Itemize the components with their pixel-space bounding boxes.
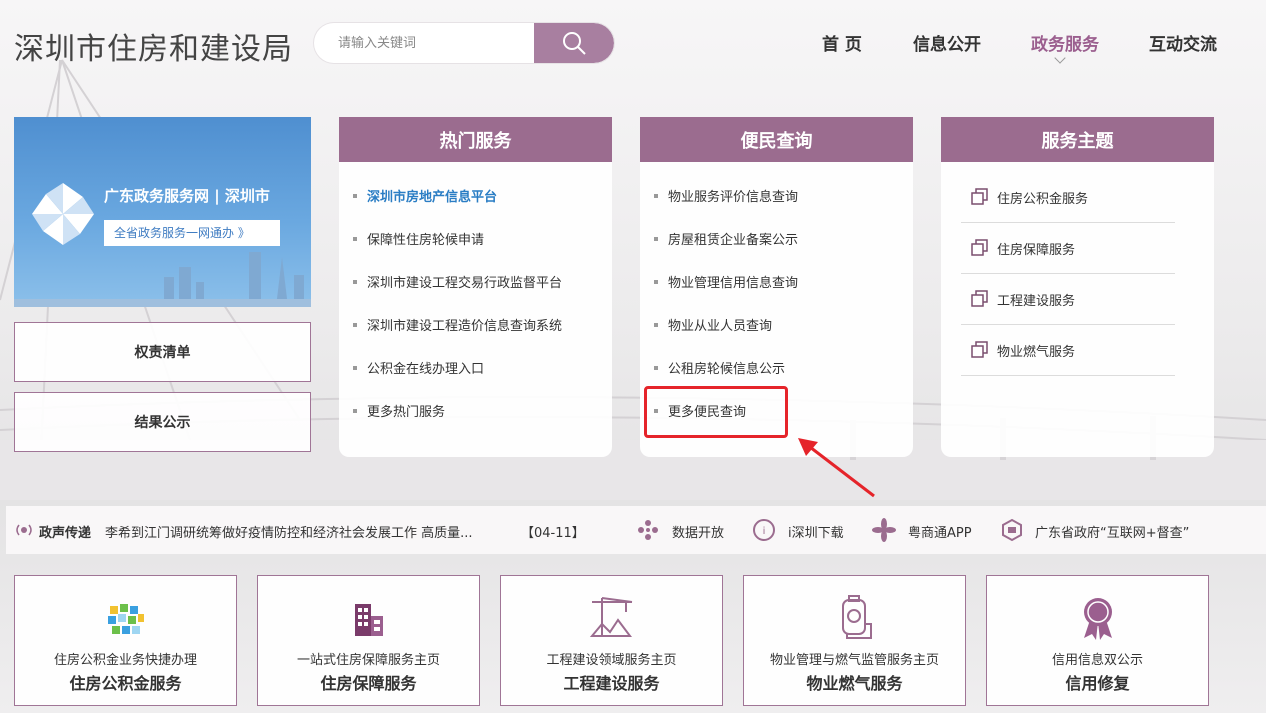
tile-subtitle: 信用信息双公示 bbox=[1051, 653, 1143, 668]
annotation-arrow bbox=[798, 438, 875, 498]
theme-engineering[interactable]: 工程建设服务 bbox=[961, 274, 1175, 325]
theme-label: 工程建设服务 bbox=[997, 293, 1076, 309]
site-title: 深圳市住房和建设局 bbox=[14, 32, 293, 67]
gas-tank-icon bbox=[841, 595, 872, 639]
tile-engineering[interactable]: 工程建设领域服务主页 工程建设服务 bbox=[500, 575, 723, 706]
tile-title: 住房保障服务 bbox=[320, 674, 417, 693]
search-button[interactable] bbox=[534, 23, 614, 63]
tile-subtitle: 住房公积金业务快捷办理 bbox=[53, 653, 197, 668]
query-item-public-rental[interactable]: 公租房轮候信息公示 bbox=[654, 358, 785, 377]
hot-item-housing-waitlist[interactable]: 保障性住房轮候申请 bbox=[353, 229, 484, 248]
service-themes-title: 服务主题 bbox=[941, 117, 1214, 162]
link-internet-plus-supervision[interactable]: 广东省政府“互联网+督查” bbox=[1035, 522, 1189, 541]
link-yueshangtong[interactable]: 粤商通APP bbox=[908, 522, 972, 541]
theme-label: 住房保障服务 bbox=[997, 242, 1076, 258]
gdzwfw-banner[interactable]: 广东政务服务网 | 深圳市 全省政务服务一网通办 》 bbox=[14, 117, 311, 307]
i-shenzhen-icon: i bbox=[753, 519, 775, 541]
broadcast-icon bbox=[16, 524, 32, 536]
search-box bbox=[314, 23, 614, 63]
theme-property-gas[interactable]: 物业燃气服务 bbox=[961, 325, 1175, 376]
theme-label: 物业燃气服务 bbox=[997, 344, 1076, 360]
crane-icon bbox=[589, 597, 632, 637]
theme-label: 住房公积金服务 bbox=[997, 191, 1089, 207]
query-item-property-evaluation[interactable]: 物业服务评价信息查询 bbox=[654, 186, 798, 205]
hot-item-cost-info[interactable]: 深圳市建设工程造价信息查询系统 bbox=[353, 315, 562, 334]
link-data-open[interactable]: 数据开放 bbox=[672, 522, 724, 541]
annotation-highlight-box bbox=[644, 386, 788, 438]
search-icon bbox=[563, 32, 586, 55]
nav-home[interactable]: 首 页 bbox=[822, 30, 862, 55]
query-item-rental-filing[interactable]: 房屋租赁企业备案公示 bbox=[654, 229, 798, 248]
city-skyline-illustration bbox=[14, 252, 311, 307]
copy-icon bbox=[971, 188, 988, 205]
tile-property-gas[interactable]: 物业管理与燃气监管服务主页 物业燃气服务 bbox=[743, 575, 966, 706]
yueshangtong-icon bbox=[872, 518, 896, 542]
convenience-query-title: 便民查询 bbox=[640, 117, 913, 162]
tile-provident-fund[interactable]: 住房公积金业务快捷办理 住房公积金服务 bbox=[14, 575, 237, 706]
power-list-button[interactable]: 权责清单 bbox=[14, 322, 311, 382]
hot-services-card: 热门服务 深圳市房地产信息平台 保障性住房轮候申请 深圳市建设工程交易行政监督平… bbox=[339, 117, 612, 457]
nav-info-disclosure[interactable]: 信息公开 bbox=[913, 30, 981, 55]
tile-housing-security[interactable]: 一站式住房保障服务主页 住房保障服务 bbox=[257, 575, 480, 706]
building-icon bbox=[354, 604, 383, 636]
link-i-shenzhen[interactable]: i深圳下载 bbox=[788, 522, 844, 541]
news-strip: 政声传递 李希到江门调研统筹做好疫情防控和经济社会发展工作 高质量... 【04… bbox=[6, 506, 1266, 554]
pinwheel-logo-icon bbox=[32, 183, 94, 245]
copy-icon bbox=[971, 290, 988, 307]
tile-title: 物业燃气服务 bbox=[806, 674, 903, 693]
news-date: 【04-11】 bbox=[521, 526, 585, 541]
result-publicity-button[interactable]: 结果公示 bbox=[14, 392, 311, 452]
hot-item-more[interactable]: 更多热门服务 bbox=[353, 401, 445, 420]
copy-icon bbox=[971, 341, 988, 358]
tile-subtitle: 一站式住房保障服务主页 bbox=[296, 653, 440, 668]
data-open-icon bbox=[638, 520, 658, 540]
banner-subtitle: 全省政务服务一网通办 》 bbox=[104, 220, 280, 246]
nav-interaction[interactable]: 互动交流 bbox=[1149, 30, 1217, 55]
news-label: 政声传递 bbox=[39, 526, 92, 541]
tile-title: 信用修复 bbox=[1065, 674, 1130, 693]
hot-item-construction-supervision[interactable]: 深圳市建设工程交易行政监督平台 bbox=[353, 272, 562, 291]
nav-gov-services[interactable]: 政务服务 bbox=[1031, 30, 1099, 55]
service-themes-card: 服务主题 住房公积金服务 住房保障服务 工程建设服务 物业燃气服务 bbox=[941, 117, 1214, 457]
hot-item-real-estate-platform[interactable]: 深圳市房地产信息平台 bbox=[353, 186, 497, 205]
tile-title: 住房公积金服务 bbox=[69, 674, 182, 693]
search-input[interactable] bbox=[314, 23, 534, 63]
copy-icon bbox=[971, 239, 988, 256]
credit-medal-icon bbox=[1083, 598, 1112, 640]
theme-provident-fund[interactable]: 住房公积金服务 bbox=[961, 172, 1175, 223]
banner-title: 广东政务服务网 | 深圳市 bbox=[104, 187, 270, 205]
pixel-blocks-icon bbox=[107, 604, 144, 634]
tile-subtitle: 物业管理与燃气监管服务主页 bbox=[769, 653, 939, 668]
hot-services-title: 热门服务 bbox=[339, 117, 612, 162]
supervision-icon bbox=[1002, 518, 1022, 542]
hot-item-provident-fund[interactable]: 公积金在线办理入口 bbox=[353, 358, 484, 377]
query-item-practitioners[interactable]: 物业从业人员查询 bbox=[654, 315, 772, 334]
tile-title: 工程建设服务 bbox=[563, 674, 660, 693]
tile-subtitle: 工程建设领域服务主页 bbox=[546, 653, 677, 668]
theme-housing-security[interactable]: 住房保障服务 bbox=[961, 223, 1175, 274]
query-item-property-credit[interactable]: 物业管理信用信息查询 bbox=[654, 272, 798, 291]
news-headline[interactable]: 李希到江门调研统筹做好疫情防控和经济社会发展工作 高质量... bbox=[105, 522, 473, 541]
tile-credit-repair[interactable]: 信用信息双公示 信用修复 bbox=[986, 575, 1209, 706]
svg-text:i: i bbox=[763, 526, 766, 537]
